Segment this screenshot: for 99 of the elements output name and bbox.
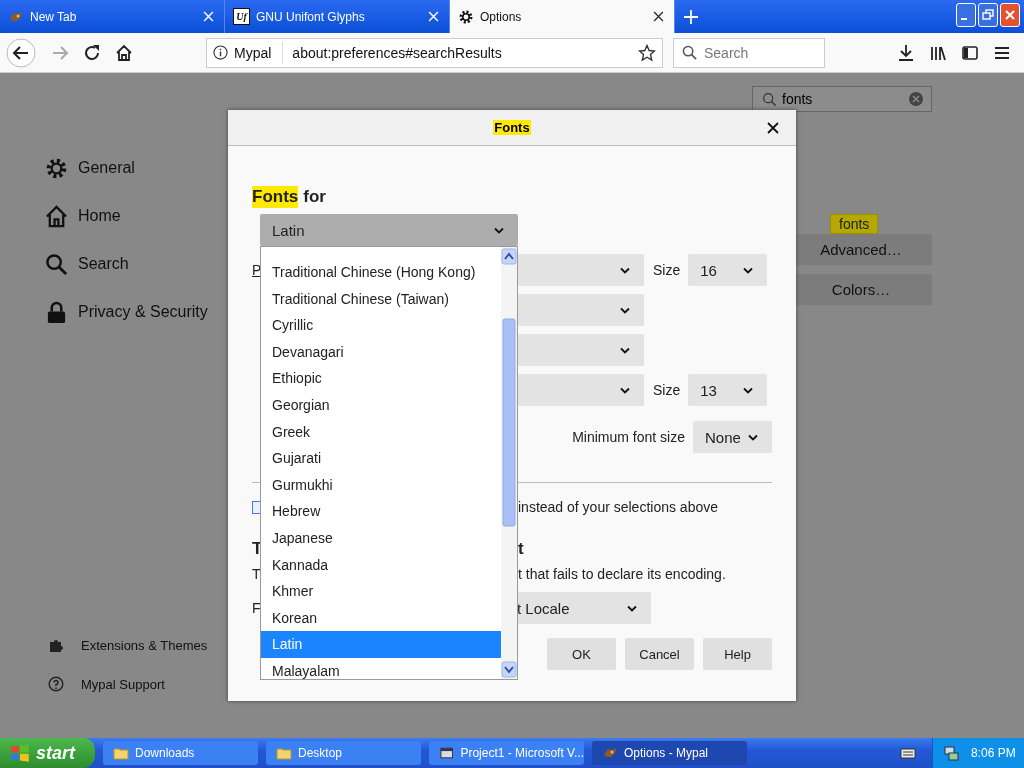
search-icon [45, 252, 68, 276]
dropdown-option[interactable]: Greek [261, 418, 501, 446]
language-select[interactable]: Latin [260, 214, 518, 246]
search-match-tooltip: fonts [830, 214, 879, 234]
minimum-size-label: Minimum font size [572, 429, 685, 445]
clear-icon[interactable] [908, 91, 924, 107]
dropdown-option[interactable]: Gujarati [261, 445, 501, 472]
category-item[interactable]: General [45, 156, 228, 180]
dialog-button[interactable]: OK [547, 638, 616, 670]
home-icon [45, 204, 68, 228]
reload-icon[interactable] [83, 43, 101, 62]
find-in-options-field[interactable]: fonts [752, 86, 932, 112]
dropdown-option[interactable]: Traditional Chinese (Taiwan) [261, 285, 501, 313]
field-label: F [252, 600, 261, 616]
chevron-icon [620, 346, 630, 354]
description-text: t that fails to declare its encoding. [518, 565, 726, 583]
tab-title: Options [480, 9, 523, 24]
chevron-icon [748, 433, 758, 441]
dropdown-option[interactable]: Korean [261, 604, 501, 632]
back-icon[interactable] [6, 37, 36, 68]
close-icon[interactable] [653, 11, 664, 22]
chevron-icon [743, 266, 754, 274]
chevron-icon [620, 306, 630, 314]
close-icon [1004, 9, 1016, 21]
chevron-icon [743, 386, 754, 394]
tab-title: GNU Unifont Glyphs [256, 9, 366, 24]
minimize-icon [961, 18, 967, 20]
clock: 8:06 PM [971, 746, 1016, 760]
dropdown-option[interactable]: Hebrew [261, 498, 501, 525]
url-text: about:preferences#searchResults [291, 44, 503, 61]
chevron-icon [627, 604, 637, 612]
close-button[interactable] [1000, 3, 1020, 27]
dialog-button[interactable]: Help [703, 638, 772, 670]
windows-logo-icon [10, 743, 30, 763]
category-item[interactable]: Home [45, 204, 228, 228]
category-item[interactable]: Search [45, 252, 228, 276]
checkbox-label: instead of your selections above [518, 499, 718, 515]
dropdown-option[interactable]: Georgian [261, 391, 501, 419]
dropdown-option[interactable]: Devanagari [261, 338, 501, 366]
lock-icon [45, 300, 68, 324]
maximize-button[interactable] [978, 3, 998, 27]
search-field[interactable]: Search [673, 37, 825, 68]
chevron-icon [620, 266, 630, 274]
search-icon [763, 92, 776, 106]
keyboard-icon[interactable] [900, 747, 916, 759]
window-icon [439, 745, 455, 761]
dropdown-option[interactable]: Kannada [261, 551, 501, 579]
sidebar-icon[interactable] [961, 43, 979, 62]
puzzle-icon [48, 637, 64, 653]
size-label: Size [653, 262, 681, 278]
gear-icon [458, 8, 474, 25]
taskbar-button[interactable]: Downloads [103, 741, 258, 765]
minimum-size-select[interactable]: None [693, 421, 772, 453]
minimize-button[interactable] [956, 3, 976, 27]
category-item[interactable]: Privacy & Security [45, 300, 228, 324]
close-icon[interactable] [767, 122, 779, 134]
browser-tab[interactable]: Options [450, 0, 675, 33]
site-identity: Mypal [234, 41, 284, 64]
address-bar[interactable]: Mypal about:preferences#searchResults [206, 37, 663, 68]
home-icon[interactable] [115, 43, 133, 62]
taskbar-button[interactable]: Project1 - Microsoft V... [429, 741, 584, 765]
info-icon [213, 45, 228, 60]
scrollbar[interactable] [501, 247, 517, 679]
sidebar-link[interactable]: Extensions & Themes [45, 635, 228, 655]
dialog-button[interactable]: Cancel [625, 638, 694, 670]
taskbar-button[interactable]: Desktop [266, 741, 421, 765]
chevron-icon [494, 226, 504, 234]
folder-icon [276, 745, 292, 761]
new-tab-icon[interactable] [684, 9, 698, 24]
size-select[interactable]: 16 [688, 254, 768, 286]
dropdown-option[interactable]: Ethiopic [261, 365, 501, 392]
heading-match: Fonts [252, 186, 299, 208]
dropdown-option[interactable]: Latin [261, 631, 501, 658]
folder-icon [113, 745, 129, 761]
gear-icon [45, 156, 68, 180]
size-label: Size [653, 382, 681, 398]
restore-icon [982, 9, 994, 21]
dropdown-option[interactable]: Gurmukhi [261, 471, 501, 499]
dialog-heading: for [303, 186, 326, 208]
dialog-title: Fonts [493, 120, 531, 135]
dropdown-option[interactable]: Khmer [261, 578, 501, 605]
dropdown-option[interactable]: Cyrillic [261, 312, 501, 339]
network-icon[interactable] [943, 745, 959, 761]
taskbar-button[interactable]: Options - Mypal [592, 741, 747, 765]
dropdown-option[interactable]: Malayalam [261, 657, 501, 679]
size-select[interactable]: 13 [688, 374, 768, 406]
dropdown-option[interactable]: Japanese [261, 524, 501, 552]
description-text: T [252, 565, 261, 583]
section-heading: t [518, 538, 524, 560]
help-icon [48, 676, 64, 692]
unifont-icon: Uf [233, 8, 250, 25]
field-label: P [252, 262, 262, 278]
sidebar-link[interactable]: Mypal Support [45, 674, 228, 694]
dropdown-option[interactable]: Traditional Chinese (Hong Kong) [261, 259, 501, 286]
search-icon [682, 45, 697, 60]
tab-title: New Tab [30, 9, 78, 24]
star-icon[interactable] [638, 43, 656, 62]
chevron-icon [620, 386, 630, 394]
download-icon[interactable] [897, 43, 915, 62]
